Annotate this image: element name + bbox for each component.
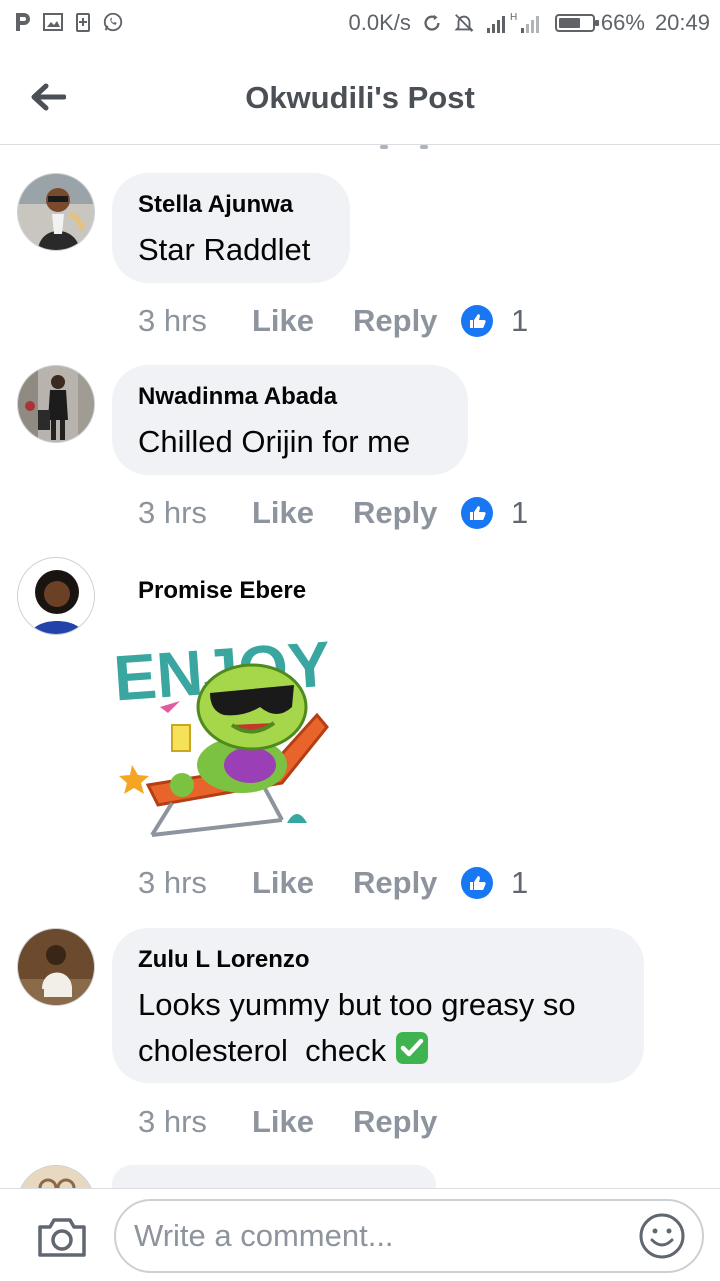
battery-fill [558,18,580,28]
comment-input-placeholder: Write a comment... [134,1218,394,1253]
comment-author[interactable]: Stella Ajunwa [138,191,324,219]
reply-button[interactable]: Reply [353,495,461,531]
thumbs-up-icon [461,305,493,337]
thumbs-up-icon [461,497,493,529]
comment-time: 3 hrs [138,1104,207,1139]
image-notification-icon [43,13,63,31]
comment-author[interactable]: Zulu L Lorenzo [138,946,618,974]
comment-text: Star Raddlet [138,232,311,267]
page-title: Okwudili's Post [245,80,475,115]
status-left-icons [12,10,124,34]
comment-list[interactable]: Stella Ajunwa Star Raddlet 3 hrs Like Re… [0,145,720,1188]
camera-button[interactable] [36,1215,88,1259]
reply-button[interactable]: Reply [353,865,461,901]
net-speed: 0.0K/s [348,10,411,35]
like-button[interactable]: Like [252,1104,353,1140]
battery-percent: 66% [600,10,645,35]
post-header: Okwudili's Post [0,50,720,145]
thumbs-up-icon [461,867,493,899]
reaction-count: 1 [511,303,529,338]
check-mark-emoji: ✅ [395,1031,429,1078]
reply-button[interactable]: Reply [353,1104,461,1140]
comment-bubble[interactable] [112,1165,436,1188]
avatar[interactable] [17,557,95,635]
avatar[interactable] [17,173,95,251]
like-button[interactable]: Like [252,303,353,339]
signal-h-label: H [510,12,517,23]
comment-author[interactable]: Promise Ebere [138,577,306,605]
avatar-photo-promise [18,558,94,634]
camera-icon [38,1218,86,1257]
status-right: 0.0K/s H 66% 20:49 [349,10,710,36]
avatar-photo-stella [18,174,94,250]
comment-bubble[interactable]: Zulu L Lorenzo Looks yummy but too greas… [112,928,644,1083]
smiley-icon[interactable] [638,1212,686,1260]
reaction-summary[interactable]: 1 [461,865,528,901]
avatar[interactable] [17,928,95,1006]
reaction-summary[interactable]: 1 [461,495,528,531]
comment-bubble[interactable]: Nwadinma Abada Chilled Orijin for me [112,365,468,475]
avatar-photo-nwadinma [18,366,94,442]
like-button[interactable]: Like [252,865,353,901]
reply-button[interactable]: Reply [353,303,461,339]
comment-time: 3 hrs [138,495,207,530]
avatar-photo-zulu [18,929,94,1005]
clock: 20:49 [654,10,710,35]
comment-time: 3 hrs [138,303,207,338]
comment-composer: Write a comment... [0,1188,720,1281]
comment-author[interactable]: Nwadinma Abada [138,383,442,411]
comment-time: 3 hrs [138,865,207,900]
comment-input[interactable]: Write a comment... [114,1199,704,1273]
avatar[interactable] [17,365,95,443]
comment-actions: 3 hrs Like Reply 1 [138,493,528,533]
comment-text-line: cholesterol check ✅ [138,1028,618,1078]
comment-actions: 3 hrs Like Reply 1 [138,863,528,903]
reaction-count: 1 [511,865,529,900]
comment-actions: 3 hrs Like Reply [138,1102,461,1142]
comment-text: Looks yummy but too greasy so cholestero… [138,982,618,1078]
notifications-off-icon [454,14,474,32]
battery-saver-icon [76,13,90,32]
status-bar: 0.0K/s H 66% 20:49 [0,0,720,50]
reaction-count: 1 [511,495,529,530]
comment-bubble[interactable]: Stella Ajunwa Star Raddlet [112,173,350,283]
signal-icon: H [486,12,539,33]
sync-icon [424,14,440,31]
whatsapp-icon [103,12,123,32]
reaction-summary[interactable]: 1 [461,303,528,339]
battery-icon [554,14,599,32]
comment-text: Chilled Orijin for me [138,424,411,459]
sticker-image[interactable]: ENJOY! [111,615,354,841]
p-icon [16,13,30,31]
like-button[interactable]: Like [252,495,353,531]
previous-reply-fragment [380,145,440,151]
avatar[interactable] [17,1165,95,1188]
comment-text-line-2: cholesterol check [138,1033,387,1068]
comment-actions: 3 hrs Like Reply 1 [138,301,528,341]
comment-text-line: Looks yummy but too greasy so [138,987,576,1022]
